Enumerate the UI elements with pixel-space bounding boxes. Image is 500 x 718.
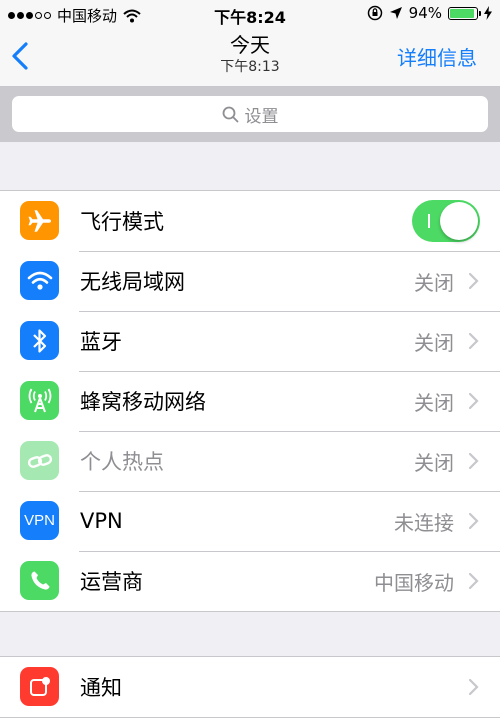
bluetooth-icon [20,321,59,360]
navigation-bar: 今天 下午8:13 详细信息 [0,28,500,87]
row-value: 关闭 [414,330,454,355]
row-label: 蜂窝移动网络 [80,390,206,414]
row-label: 运营商 [80,570,143,594]
details-button[interactable]: 详细信息 [397,42,477,71]
row-label: 通知 [80,676,122,700]
row-wifi[interactable]: 无线局域网 关闭 [0,251,500,311]
phone-icon [20,561,59,600]
vpn-icon: VPN [20,501,59,540]
row-value: 关闭 [414,270,454,295]
chevron-right-icon [468,572,479,590]
row-value: 关闭 [414,450,454,475]
settings-group-connectivity: 飞行模式 无线局域网 关闭 蓝牙 关闭 蜂窝移动网络 关闭 个人热点 关闭 VP… [0,190,500,612]
chevron-right-icon [468,512,479,530]
chevron-right-icon [468,332,479,350]
hotspot-icon [20,441,59,480]
airplane-mode-toggle[interactable] [412,200,480,242]
row-value: 关闭 [414,390,454,415]
status-bar: 中国移动 下午8:24 94% [0,0,500,28]
status-right: 94% [367,4,492,22]
row-value: 中国移动 [374,570,454,595]
chevron-right-icon [468,452,479,470]
row-vpn[interactable]: VPN VPN 未连接 [0,491,500,551]
search-icon [222,106,238,122]
charging-icon [484,6,492,20]
search-area: 设置 [0,87,500,142]
row-label: 无线局域网 [80,270,185,294]
chevron-right-icon [468,272,479,290]
chevron-right-icon [468,392,479,410]
vpn-icon-text: VPN [24,512,55,529]
battery-icon [448,6,481,20]
battery-percent: 94% [408,4,442,22]
row-label: 蓝牙 [80,330,122,354]
wifi-icon [20,261,59,300]
location-icon [389,7,402,19]
chevron-right-icon [468,678,479,696]
row-carrier[interactable]: 运营商 中国移动 [0,551,500,611]
row-label: VPN [80,509,123,533]
row-personal-hotspot[interactable]: 个人热点 关闭 [0,431,500,491]
notifications-icon [20,667,59,706]
search-placeholder: 设置 [244,106,279,127]
row-cellular[interactable]: 蜂窝移动网络 关闭 [0,371,500,431]
row-label: 个人热点 [80,450,164,474]
row-label: 飞行模式 [80,210,164,234]
airplane-icon [20,201,59,240]
rotation-lock-icon [367,5,382,21]
settings-group-notifications: 通知 [0,656,500,718]
cellular-icon [20,381,59,420]
row-value: 未连接 [394,510,454,535]
battery-level [450,8,475,18]
search-input[interactable]: 设置 [12,96,488,132]
row-notifications[interactable]: 通知 [0,657,500,717]
row-bluetooth[interactable]: 蓝牙 关闭 [0,311,500,371]
row-airplane-mode[interactable]: 飞行模式 [0,191,500,251]
